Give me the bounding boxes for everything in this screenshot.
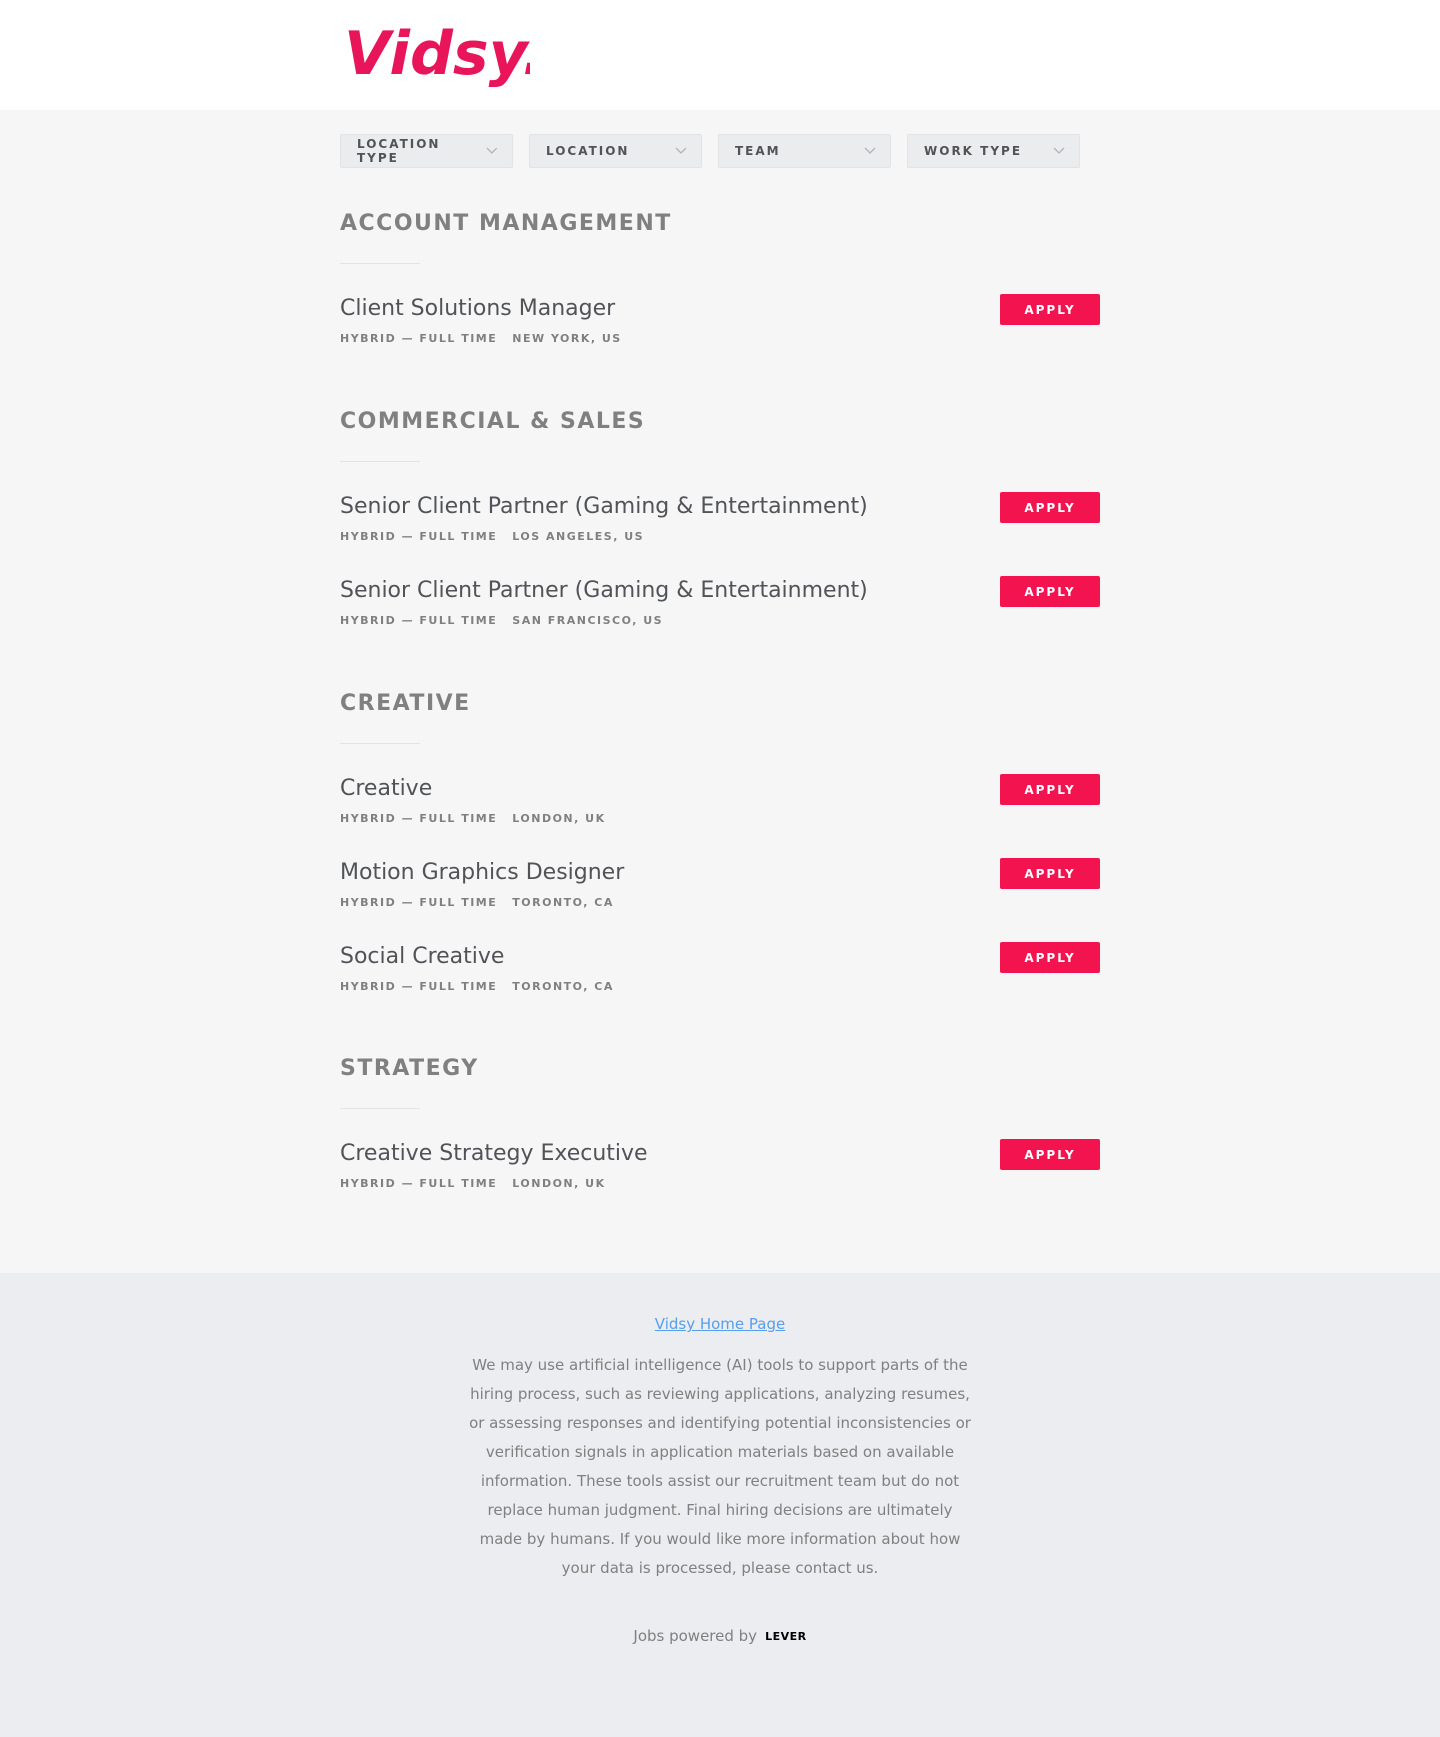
posting-location: SAN FRANCISCO, US — [512, 614, 664, 627]
powered-by-label: Jobs powered by — [633, 1627, 758, 1645]
posting-location: LOS ANGELES, US — [512, 530, 645, 543]
posting-meta: HYBRID — FULL TIME NEW YORK, US — [340, 332, 622, 345]
posting-title[interactable]: Senior Client Partner (Gaming & Entertai… — [340, 576, 868, 606]
posting: Senior Client Partner (Gaming & Entertai… — [340, 576, 1100, 660]
posting-title[interactable]: Social Creative — [340, 942, 504, 972]
section-creative: CREATIVE Creative HYBRID — FULL TIME LON… — [340, 689, 1100, 1026]
posting-title[interactable]: Motion Graphics Designer — [340, 858, 624, 888]
posting: Client Solutions Manager HYBRID — FULL T… — [340, 294, 1100, 378]
posting-meta: HYBRID — FULL TIME LONDON, UK — [340, 812, 606, 825]
posting-meta: HYBRID — FULL TIME TORONTO, CA — [340, 980, 614, 993]
ai-notice: We may use artificial intelligence (AI) … — [469, 1356, 971, 1577]
apply-button[interactable]: APPLY — [1000, 576, 1100, 607]
section-strategy: STRATEGY Creative Strategy Executive HYB… — [340, 1054, 1100, 1223]
posting-title[interactable]: Creative Strategy Executive — [340, 1139, 648, 1169]
lever-logo[interactable]: LEVER — [765, 1630, 807, 1643]
apply-button[interactable]: APPLY — [1000, 294, 1100, 325]
posting-location: LONDON, UK — [512, 1177, 606, 1190]
posting-location: NEW YORK, US — [512, 332, 622, 345]
filter-label: LOCATION — [546, 144, 630, 158]
posting-commitment: HYBRID — FULL TIME — [340, 812, 498, 825]
filter-team[interactable]: TEAM — [718, 134, 891, 168]
section-account-management: ACCOUNT MANAGEMENT Client Solutions Mana… — [340, 209, 1100, 378]
posting-location: TORONTO, CA — [512, 980, 614, 993]
chevron-down-icon — [864, 147, 876, 154]
svg-text:Vidsy.: Vidsy. — [344, 19, 530, 89]
section-title: COMMERCIAL & SALES — [340, 409, 646, 434]
posting-meta: HYBRID — FULL TIME LOS ANGELES, US — [340, 530, 644, 543]
apply-button[interactable]: APPLY — [1000, 942, 1100, 973]
posting: Motion Graphics Designer HYBRID — FULL T… — [340, 858, 1100, 942]
chevron-down-icon — [486, 147, 498, 154]
apply-button[interactable]: APPLY — [1000, 1139, 1100, 1170]
posting-commitment: HYBRID — FULL TIME — [340, 530, 498, 543]
posting-commitment: HYBRID — FULL TIME — [340, 614, 498, 627]
posting: Creative HYBRID — FULL TIME LONDON, UK A… — [340, 774, 1100, 858]
posting-title[interactable]: Creative — [340, 774, 432, 804]
posting-location: TORONTO, CA — [512, 896, 614, 909]
posting-meta: HYBRID — FULL TIME TORONTO, CA — [340, 896, 614, 909]
posting: Creative Strategy Executive HYBRID — FUL… — [340, 1139, 1100, 1223]
posting-meta: HYBRID — FULL TIME SAN FRANCISCO, US — [340, 614, 663, 627]
filter-bar: LOCATION TYPE LOCATION TEAM WORK TYPE — [340, 134, 1080, 168]
posting-commitment: HYBRID — FULL TIME — [340, 896, 498, 909]
powered-by: Jobs powered by LEVER — [0, 1627, 1440, 1645]
posting-commitment: HYBRID — FULL TIME — [340, 1177, 498, 1190]
site-header: Vidsy. — [0, 0, 1440, 110]
filter-location-type[interactable]: LOCATION TYPE — [340, 134, 513, 168]
apply-button[interactable]: APPLY — [1000, 858, 1100, 889]
filter-work-type[interactable]: WORK TYPE — [907, 134, 1080, 168]
filter-label: LOCATION TYPE — [357, 137, 441, 165]
site-footer: Vidsy Home Page We may use artificial in… — [0, 1273, 1440, 1737]
chevron-down-icon — [1053, 147, 1065, 154]
section-title: CREATIVE — [340, 691, 471, 716]
posting: Senior Client Partner (Gaming & Entertai… — [340, 492, 1100, 576]
section-title: ACCOUNT MANAGEMENT — [340, 211, 672, 236]
home-page-link[interactable]: Vidsy Home Page — [0, 1315, 1440, 1333]
posting-meta: HYBRID — FULL TIME LONDON, UK — [340, 1177, 606, 1190]
posting-location: LONDON, UK — [512, 812, 606, 825]
posting-title[interactable]: Client Solutions Manager — [340, 294, 615, 324]
apply-button[interactable]: APPLY — [1000, 492, 1100, 523]
section-commercial-sales: COMMERCIAL & SALES Senior Client Partner… — [340, 407, 1100, 660]
posting: Social Creative HYBRID — FULL TIME TORON… — [340, 942, 1100, 1026]
posting-title[interactable]: Senior Client Partner (Gaming & Entertai… — [340, 492, 868, 522]
section-title: STRATEGY — [340, 1056, 479, 1081]
filter-location[interactable]: LOCATION — [529, 134, 702, 168]
apply-button[interactable]: APPLY — [1000, 774, 1100, 805]
vidsy-logo[interactable]: Vidsy. — [340, 16, 530, 94]
filter-label: WORK TYPE — [924, 144, 1023, 158]
main-content: LOCATION TYPE LOCATION TEAM WORK TYPE AC… — [0, 110, 1440, 1273]
filter-label: TEAM — [735, 144, 781, 158]
posting-commitment: HYBRID — FULL TIME — [340, 332, 498, 345]
posting-commitment: HYBRID — FULL TIME — [340, 980, 498, 993]
chevron-down-icon — [675, 147, 687, 154]
